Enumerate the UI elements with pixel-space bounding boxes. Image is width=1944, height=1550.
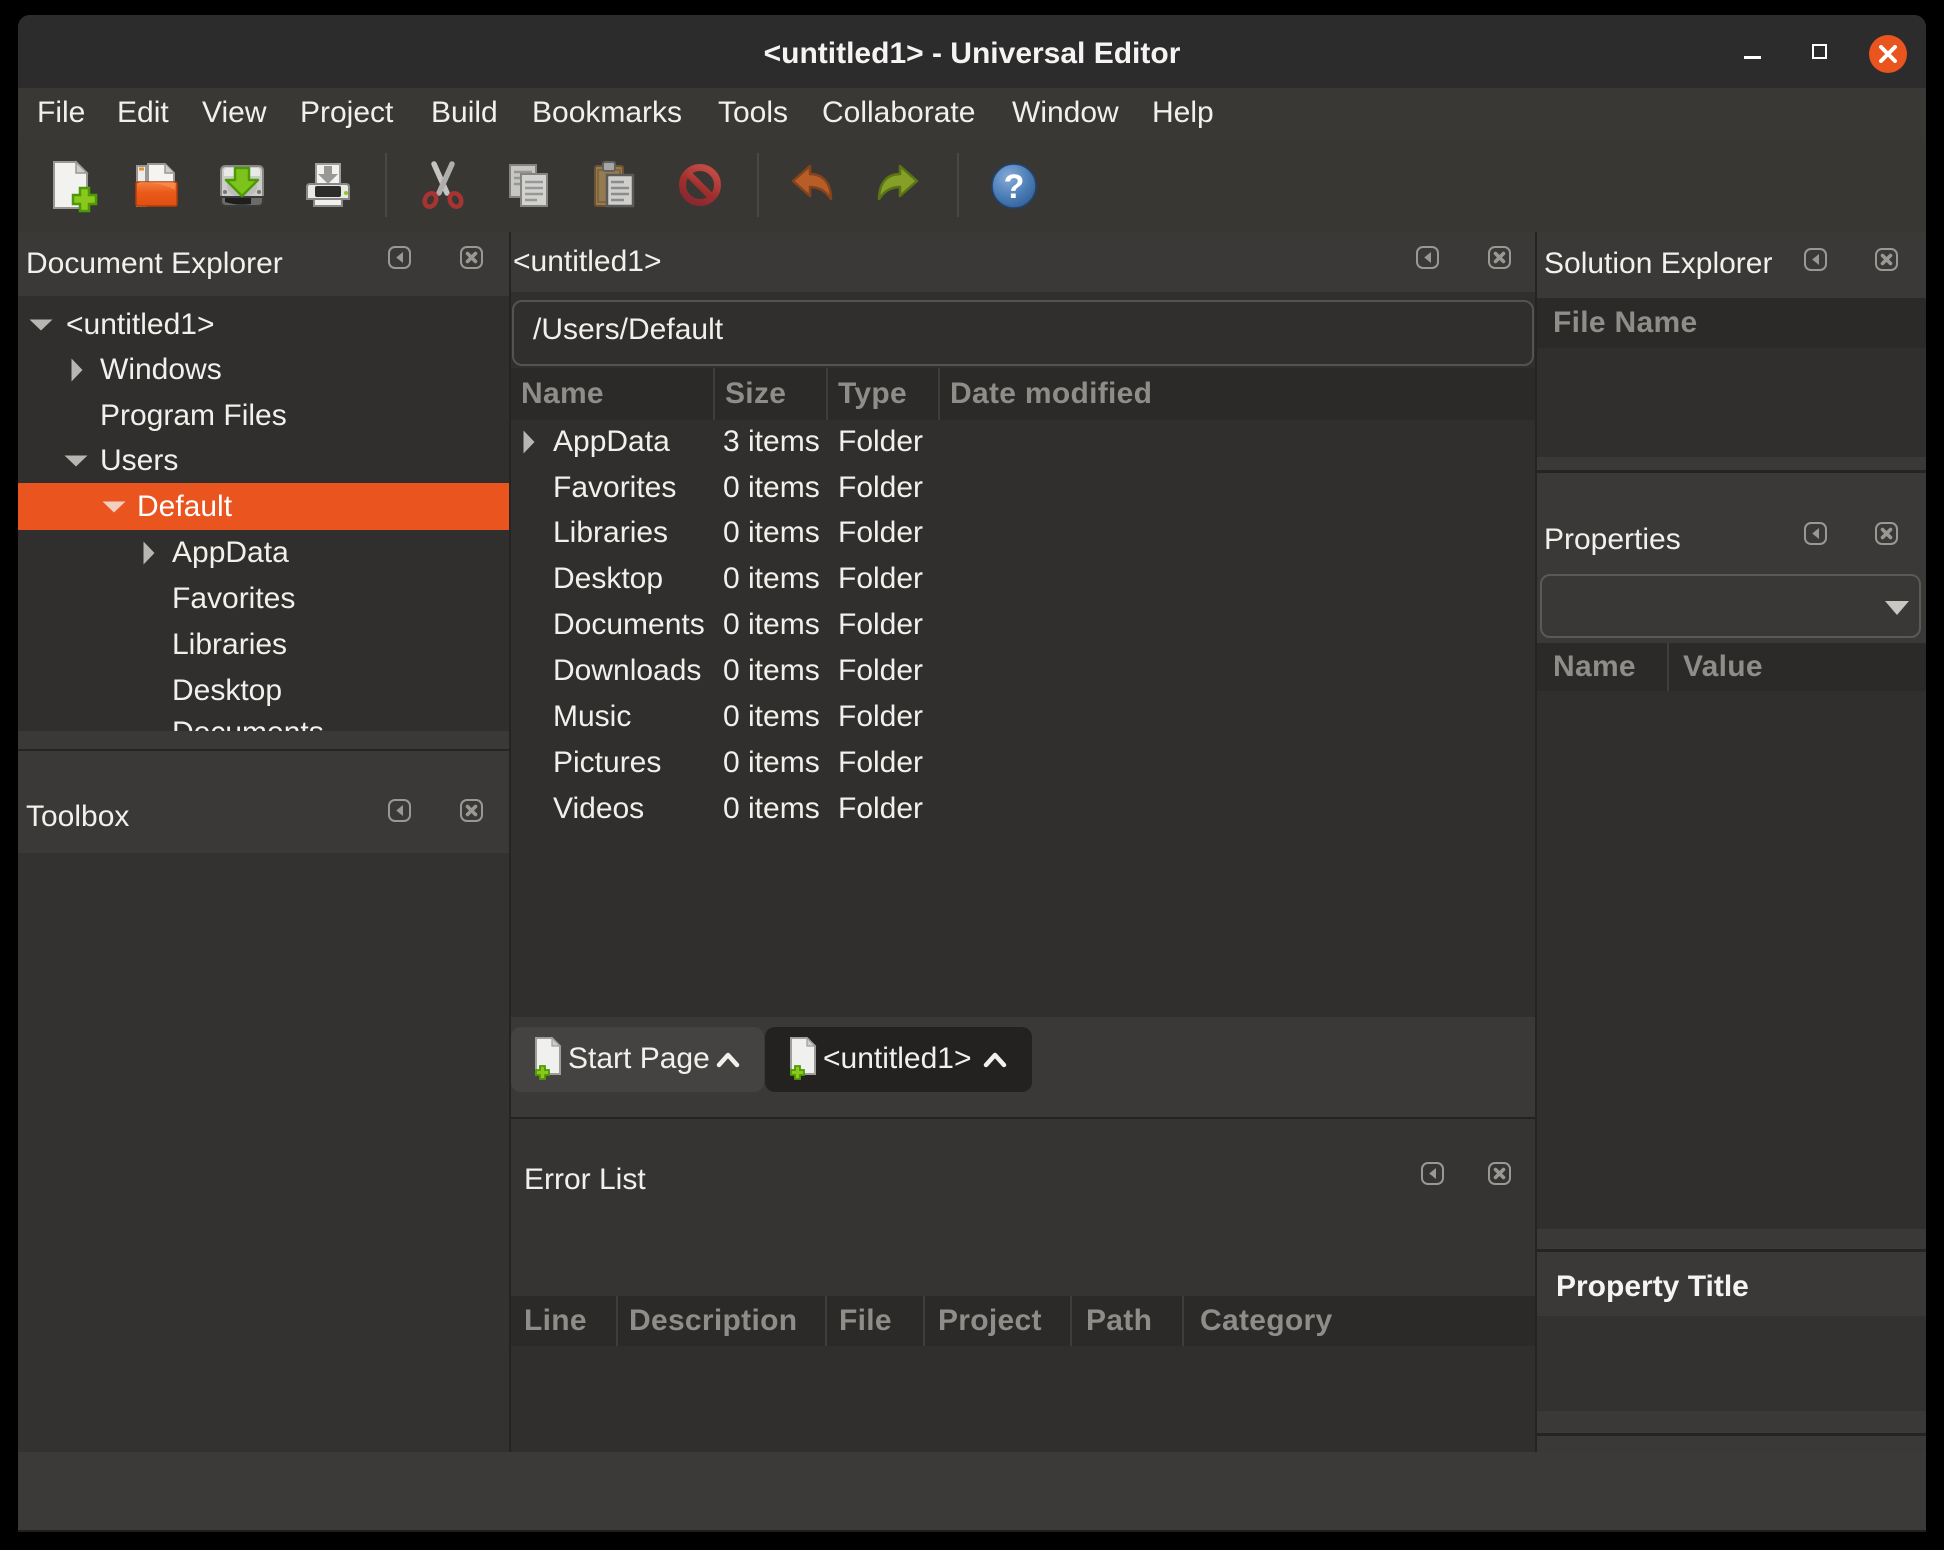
svg-text:?: ? — [1004, 168, 1025, 206]
